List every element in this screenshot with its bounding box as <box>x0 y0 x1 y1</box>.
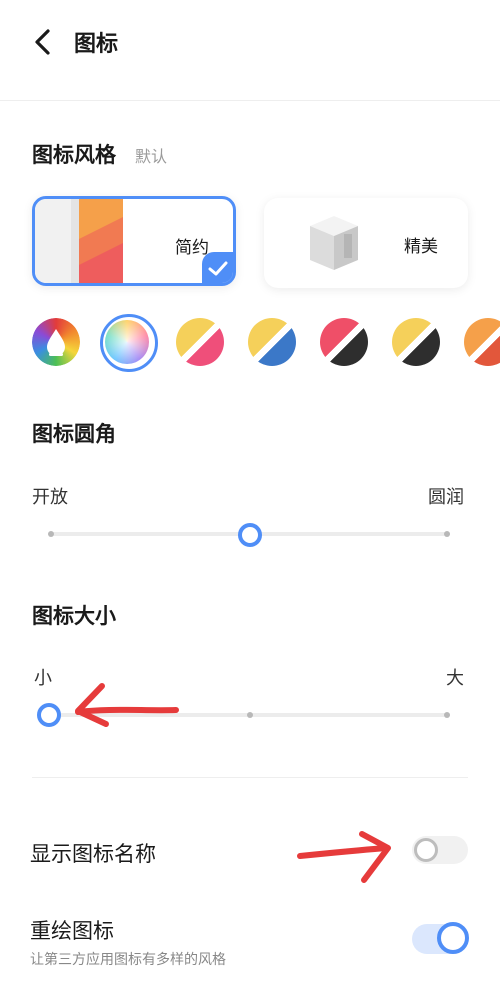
size-min-label: 小 <box>34 668 52 689</box>
theme-swatch-orange-red[interactable] <box>464 318 500 366</box>
app-header: 图标 <box>0 0 500 101</box>
show-name-toggle[interactable] <box>412 836 468 864</box>
exquisite-style-preview-icon <box>310 216 358 270</box>
redraw-label: 重绘图标 <box>30 919 114 943</box>
style-option-simple[interactable]: 简约 <box>32 196 236 286</box>
check-icon <box>208 261 228 276</box>
theme-swatch-pink-yellow[interactable] <box>176 318 224 366</box>
theme-swatch-black-yellow[interactable] <box>392 318 440 366</box>
selected-badge <box>202 252 233 283</box>
icon-style-title: 图标风格 <box>32 143 116 167</box>
theme-swatch-rainbow-drop[interactable] <box>32 318 80 366</box>
redraw-description: 让第三方应用图标有多样的风格 <box>30 952 226 968</box>
show-name-label: 显示图标名称 <box>30 842 156 866</box>
icon-style-current: 默认 <box>135 147 168 166</box>
toggle-knob <box>437 922 469 954</box>
style-option-label: 精美 <box>404 237 438 257</box>
style-option-exquisite[interactable]: 精美 <box>264 198 468 288</box>
slider-tick <box>48 531 54 537</box>
section-divider <box>32 777 468 778</box>
back-arrow-icon[interactable] <box>32 28 54 56</box>
slider-tick <box>247 712 253 718</box>
annotation-arrow-left-icon <box>75 683 179 727</box>
theme-swatch-black-red[interactable] <box>320 318 368 366</box>
corner-min-label: 开放 <box>32 487 68 508</box>
annotation-arrow-right-icon <box>297 831 391 883</box>
drop-icon <box>47 329 65 356</box>
slider-tick <box>444 531 450 537</box>
theme-swatch-pastel-gradient[interactable] <box>105 320 149 364</box>
toggle-knob <box>414 838 438 862</box>
corner-max-label: 圆润 <box>428 487 464 508</box>
size-max-label: 大 <box>446 668 464 689</box>
simple-style-preview-icon <box>35 199 123 283</box>
redraw-toggle[interactable] <box>412 922 469 954</box>
size-title: 图标大小 <box>32 604 116 628</box>
size-slider-thumb[interactable] <box>37 703 61 727</box>
corner-slider-thumb[interactable] <box>238 523 262 547</box>
theme-swatch-blue-yellow[interactable] <box>248 318 296 366</box>
slider-tick <box>444 712 450 718</box>
page-title: 图标 <box>74 32 119 57</box>
corner-title: 图标圆角 <box>32 422 116 446</box>
